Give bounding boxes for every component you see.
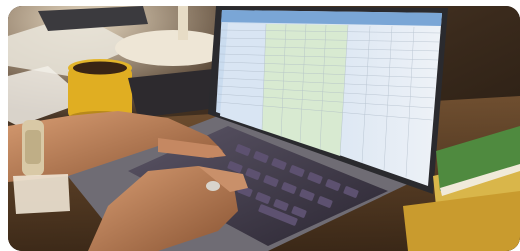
- sheet-band-blue: [220, 23, 266, 130]
- card: [13, 174, 70, 214]
- photo-scene: [8, 6, 520, 251]
- lamp-stem: [178, 6, 188, 40]
- watch-face: [25, 130, 41, 164]
- ring: [206, 181, 220, 191]
- photo: [8, 6, 520, 251]
